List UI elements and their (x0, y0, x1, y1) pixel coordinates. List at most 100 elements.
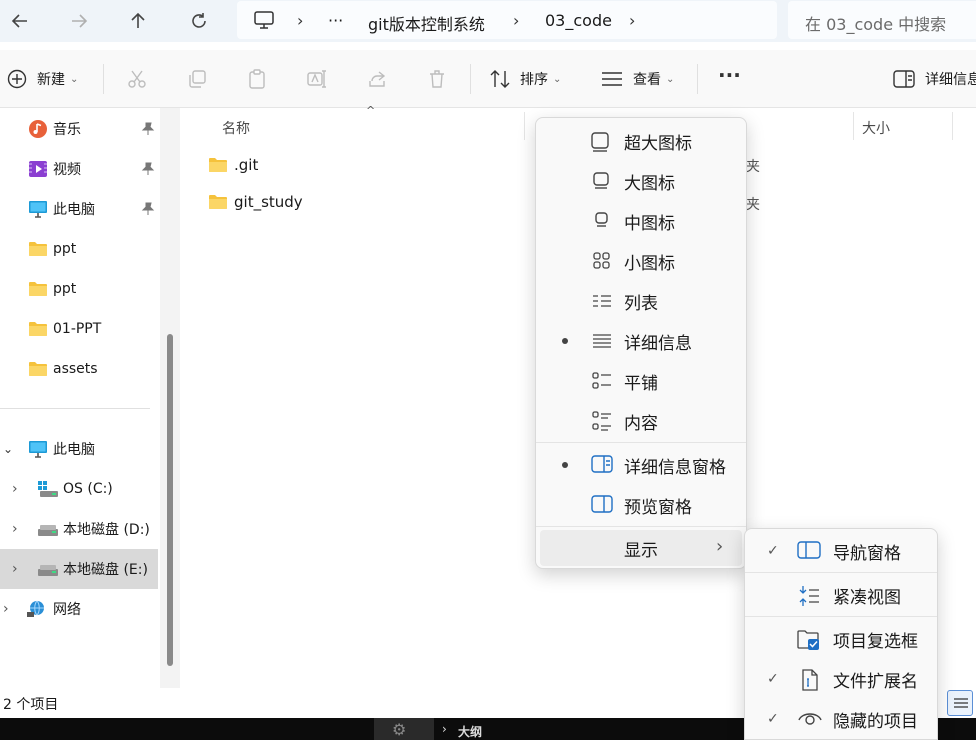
sidebar-item-video[interactable]: 视频 (0, 151, 158, 187)
show-item-compact-view[interactable]: 紧凑视图 (749, 577, 933, 613)
folder-icon (29, 322, 47, 336)
breadcrumb-git-folder[interactable]: git版本控制系统 (368, 11, 485, 35)
column-divider[interactable] (853, 112, 854, 140)
medium-icons-icon (595, 212, 608, 227)
address-bar-row: › ··· git版本控制系统 › 03_code › 在 03_code 中搜… (0, 0, 976, 42)
toolbar-divider (103, 64, 104, 94)
music-icon (29, 120, 47, 138)
gear-icon: ⚙ (392, 720, 407, 739)
pin-icon[interactable] (141, 202, 155, 216)
back-button[interactable] (4, 5, 36, 37)
more-options-button[interactable]: ··· (718, 63, 741, 87)
chevron-right-icon[interactable]: › (12, 481, 18, 497)
cut-button[interactable] (127, 69, 147, 89)
view-menu-item-details-pane[interactable]: 详细信息窗格 (540, 447, 742, 483)
copy-icon (189, 70, 206, 88)
folder-icon (29, 242, 47, 256)
sidebar-item-this-pc-pinned[interactable]: 此电脑 (0, 191, 158, 227)
chevron-right-icon[interactable]: › (12, 521, 18, 537)
up-button[interactable] (122, 5, 154, 37)
sidebar-scrollbar-thumb[interactable] (167, 334, 173, 666)
chevron-right-icon[interactable]: › (12, 561, 18, 577)
breadcrumb-ellipsis[interactable]: ··· (328, 11, 343, 30)
outline-label[interactable]: 大纲 (458, 723, 482, 740)
arrow-up-icon (131, 12, 145, 28)
view-menu-item-show[interactable]: 显示 › (540, 530, 742, 566)
column-divider[interactable] (952, 112, 953, 140)
gear-button[interactable]: ⚙ (374, 718, 434, 740)
eye-icon (798, 713, 822, 725)
sidebar-item-01-ppt[interactable]: 01-PPT (0, 311, 158, 347)
sidebar-item-label: 本地磁盘 (D:) (63, 522, 150, 538)
toolbar-divider (697, 64, 698, 94)
show-item-navigation-pane[interactable]: ✓ 导航窗格 (749, 533, 933, 569)
table-row[interactable]: git_study (208, 187, 303, 217)
view-menu-item-preview-pane[interactable]: 预览窗格 (540, 487, 742, 523)
view-button[interactable]: 查看 ⌄ (601, 69, 674, 89)
new-button[interactable]: 新建 ⌄ (7, 69, 78, 89)
view-menu-item-small-icons[interactable]: 小图标 (540, 243, 742, 279)
sort-button[interactable]: 排序 ⌄ (489, 69, 561, 89)
delete-button[interactable] (427, 69, 447, 89)
view-menu-item-extra-large-icons[interactable]: 超大图标 (540, 123, 742, 159)
sidebar-item-label: 此电脑 (53, 202, 95, 218)
forward-button[interactable] (63, 5, 95, 37)
menu-item-label: 显示 (624, 540, 658, 561)
sidebar-item-ppt[interactable]: ppt (0, 231, 158, 267)
sidebar-item-drive-c[interactable]: › OS (C:) (0, 471, 158, 507)
view-menu-item-details[interactable]: 详细信息 (540, 323, 742, 359)
sidebar-item-this-pc[interactable]: ⌄ 此电脑 (0, 431, 158, 467)
address-field[interactable]: › ··· git版本控制系统 › 03_code › (237, 1, 777, 39)
sidebar-item-label: ppt (53, 241, 77, 257)
arrow-right-icon (72, 14, 88, 28)
view-menu-item-tiles[interactable]: 平铺 (540, 363, 742, 399)
refresh-button[interactable] (183, 5, 215, 37)
menu-divider (536, 526, 746, 527)
column-header-size[interactable]: 大小 (862, 118, 890, 138)
breadcrumb-current-folder[interactable]: 03_code (545, 11, 612, 30)
sidebar-item-assets[interactable]: assets (0, 351, 158, 387)
sidebar-item-network[interactable]: › 网络 (0, 591, 158, 627)
chevron-right-icon: › (513, 11, 520, 30)
trash-icon (430, 70, 444, 88)
view-menu-item-medium-icons[interactable]: 中图标 (540, 203, 742, 239)
view-menu-item-list[interactable]: 列表 (540, 283, 742, 319)
column-divider[interactable] (524, 112, 525, 140)
table-row[interactable]: .git (208, 150, 258, 180)
menu-divider (745, 616, 937, 617)
details-pane-button[interactable]: 详细信息 (893, 69, 976, 89)
chevron-right-icon[interactable]: › (3, 601, 9, 617)
sidebar-item-ppt-2[interactable]: ppt (0, 271, 158, 307)
chevron-down-icon: ⌄ (70, 73, 79, 85)
show-item-file-extensions[interactable]: ✓ 文件扩展名 (749, 661, 933, 697)
menu-item-label: 列表 (624, 293, 658, 314)
view-label: 查看 (633, 72, 661, 88)
monitor-icon (29, 201, 47, 218)
paste-button[interactable] (247, 69, 267, 89)
view-menu-item-content[interactable]: 内容 (540, 403, 742, 439)
file-type: 夹 (746, 159, 760, 175)
copy-button[interactable] (187, 69, 207, 89)
sidebar-item-drive-e[interactable]: › 本地磁盘 (E:) (0, 549, 158, 589)
new-label: 新建 (37, 72, 65, 88)
item-checkbox-icon (797, 630, 819, 650)
details-view-toggle[interactable] (947, 690, 973, 716)
pin-icon[interactable] (141, 162, 155, 176)
chevron-down-icon[interactable]: ⌄ (3, 442, 13, 456)
sort-label: 排序 (520, 72, 548, 88)
sidebar-item-label: 本地磁盘 (E:) (63, 562, 148, 578)
pin-icon[interactable] (141, 122, 155, 136)
folder-icon (209, 158, 227, 172)
show-item-item-checkboxes[interactable]: 项目复选框 (749, 621, 933, 657)
search-box[interactable]: 在 03_code 中搜索 (788, 1, 976, 39)
share-button[interactable] (367, 69, 387, 89)
column-header-name[interactable]: 名称 (222, 118, 250, 138)
details-view-icon (954, 698, 968, 708)
preview-pane-icon (591, 495, 613, 513)
sidebar-item-music[interactable]: 音乐 (0, 111, 158, 147)
show-item-hidden-items[interactable]: ✓ 隐藏的项目 (749, 701, 933, 737)
sidebar-item-drive-d[interactable]: › 本地磁盘 (D:) (0, 511, 158, 547)
view-menu-item-large-icons[interactable]: 大图标 (540, 163, 742, 199)
sidebar-item-label: 网络 (53, 602, 81, 618)
rename-button[interactable] (307, 69, 327, 89)
